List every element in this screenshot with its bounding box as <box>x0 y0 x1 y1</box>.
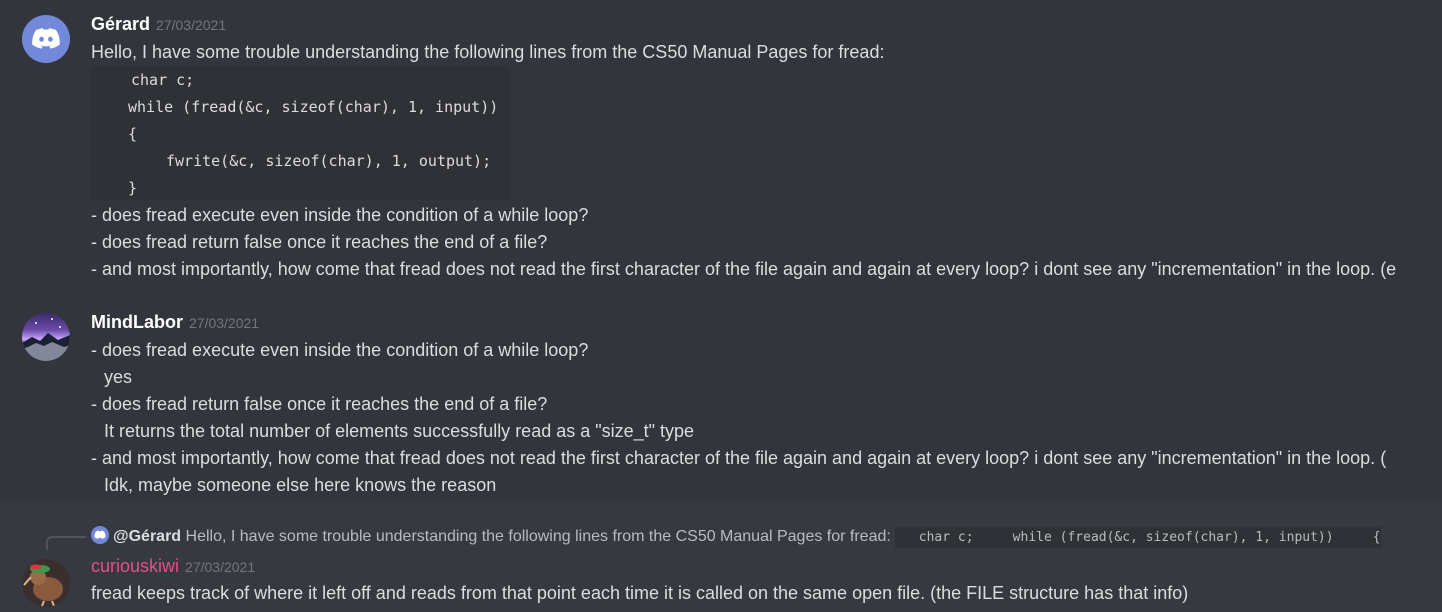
discord-logo-icon <box>32 28 60 49</box>
avatar-curiouskiwi[interactable] <box>22 559 70 607</box>
message-header: Gérard 27/03/2021 <box>91 14 226 35</box>
code-line: } <box>128 179 138 197</box>
message-text: - does fread execute even inside the con… <box>91 205 589 225</box>
message-text: - does fread return false once it reache… <box>91 394 548 414</box>
message-text: - does fread return false once it reache… <box>91 232 548 252</box>
code-line: { <box>128 125 138 143</box>
message-text: It returns the total number of elements … <box>104 421 695 441</box>
kiwi-bird-icon <box>22 559 70 607</box>
message-text: - and most importantly, how come that fr… <box>91 448 1387 468</box>
message-text: yes <box>104 367 133 387</box>
message-gerard: Gérard 27/03/2021 Hello, I have some trou… <box>0 0 1442 300</box>
timestamp: 27/03/2021 <box>156 17 227 33</box>
username[interactable]: curiouskiwi <box>91 556 179 576</box>
landscape-avatar-icon <box>22 318 70 361</box>
avatar-mindlabor[interactable] <box>22 313 70 361</box>
timestamp: 27/03/2021 <box>185 559 256 575</box>
username[interactable]: Gérard <box>91 14 150 34</box>
message-text: - and most importantly, how come that fr… <box>91 259 1397 279</box>
avatar-gerard[interactable] <box>22 15 70 63</box>
message-text: - does fread execute even inside the con… <box>91 340 589 360</box>
message-mindlabor: MindLabor 27/03/2021 - does fread execute… <box>0 300 1442 500</box>
message-header: curiouskiwi 27/03/2021 <box>91 556 255 577</box>
message-header: MindLabor 27/03/2021 <box>91 312 259 333</box>
code-block: char c; while (fread(&c, sizeof(char), 1… <box>91 66 511 200</box>
message-text: fread keeps track of where it left off a… <box>91 583 1189 603</box>
code-line: char c; <box>131 71 195 89</box>
code-line: while (fread(&c, sizeof(char), 1, input)… <box>128 98 499 116</box>
message-curiouskiwi: curiouskiwi 27/03/2021 fread keeps track … <box>0 510 1442 612</box>
message-text: Hello, I have some trouble understanding… <box>91 42 885 62</box>
code-line: fwrite(&c, sizeof(char), 1, output); <box>166 152 492 170</box>
timestamp: 27/03/2021 <box>189 315 260 331</box>
username[interactable]: MindLabor <box>91 312 183 332</box>
message-text: Idk, maybe someone else here knows the r… <box>104 475 497 495</box>
